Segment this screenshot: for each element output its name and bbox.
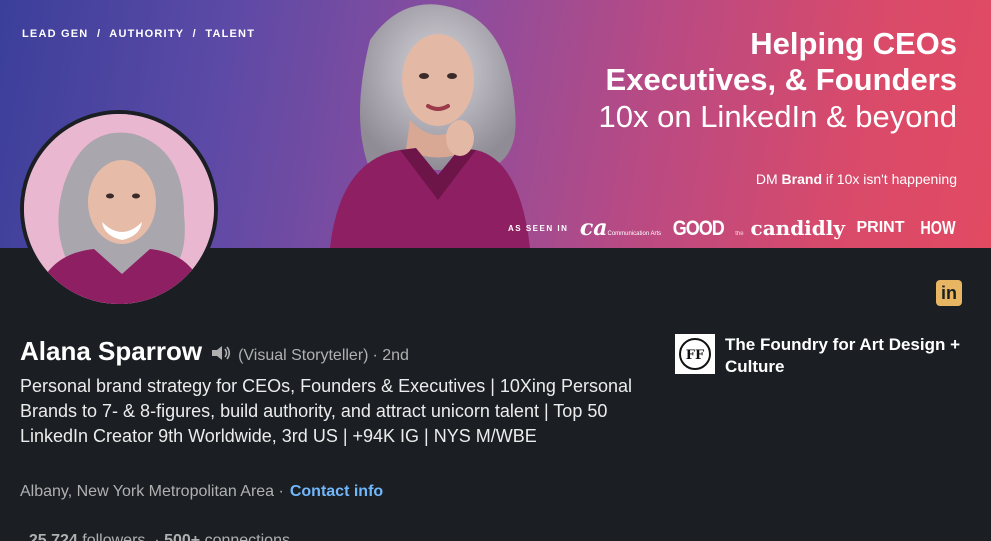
profile-headline: Personal brand strategy for CEOs, Founde… [20,376,632,446]
as-seen-in-label: AS SEEN IN [508,223,569,233]
candidly-word: candidly [750,216,845,240]
good-logo: GOOD [672,215,725,240]
banner-dm-suffix: if 10x isn't happening [822,171,957,187]
avatar-photo [24,114,214,304]
banner-headline-line1: Helping CEOs [750,26,957,61]
profile-avatar[interactable] [20,110,218,308]
banner-headline: Helping CEOs Executives, & Founders 10x … [599,26,958,136]
contact-info-link[interactable]: Contact info [290,483,383,500]
communication-arts-logo: caCommunication Arts [580,215,661,241]
banner-headline-line3: 10x on LinkedIn & beyond [598,99,958,134]
location-row: Albany, New York Metropolitan Area · Cont… [20,483,383,501]
how-logo: HOW [920,217,956,238]
company-name[interactable]: The Foundry for Art Design + Culture [725,334,985,378]
foundry-logo-icon: FF [679,338,711,370]
candidly-logo: the candidly [735,216,845,240]
followers-label: followers [77,532,146,541]
company-logo: FF [675,334,715,374]
banner-tagline: LEAD GEN / AUTHORITY / TALENT [22,28,256,40]
speaker-icon[interactable] [210,344,232,362]
stats-separator: · [145,532,165,541]
connections-label[interactable]: connections [200,532,290,541]
name-row: Alana Sparrow (Visual Storyteller) · 2nd [20,336,409,367]
banner-dm-keyword: Brand [781,171,822,187]
banner-dm-cta: DM Brand if 10x isn't happening [756,171,957,187]
profile-pronouns: (Visual Storyteller) [238,347,369,364]
linkedin-icon[interactable]: in [936,280,962,306]
connections-count[interactable]: 500+ [164,532,200,541]
banner-portrait [330,4,530,248]
print-logo: PRINT [856,219,905,236]
ca-logo-mark: ca [579,215,608,241]
ca-logo-sub: Communication Arts [607,231,662,237]
network-stats: 25,724 followers · 500+ connections [20,514,290,541]
candidly-prefix: the [735,231,744,237]
banner-dm-prefix: DM [755,171,782,187]
company-logo-text: FF [686,348,705,363]
banner-headline-line2: Executives, & Founders [605,62,957,97]
profile-name: Alana Sparrow [20,336,203,366]
current-company[interactable]: FF The Foundry for Art Design + Culture [675,334,985,378]
as-seen-in-strip: AS SEEN IN caCommunication Arts GOOD the… [508,213,960,243]
connection-degree: · 2nd [372,347,409,364]
followers-count: 25,724 [28,532,78,541]
profile-location: Albany, New York Metropolitan Area · [20,483,284,500]
